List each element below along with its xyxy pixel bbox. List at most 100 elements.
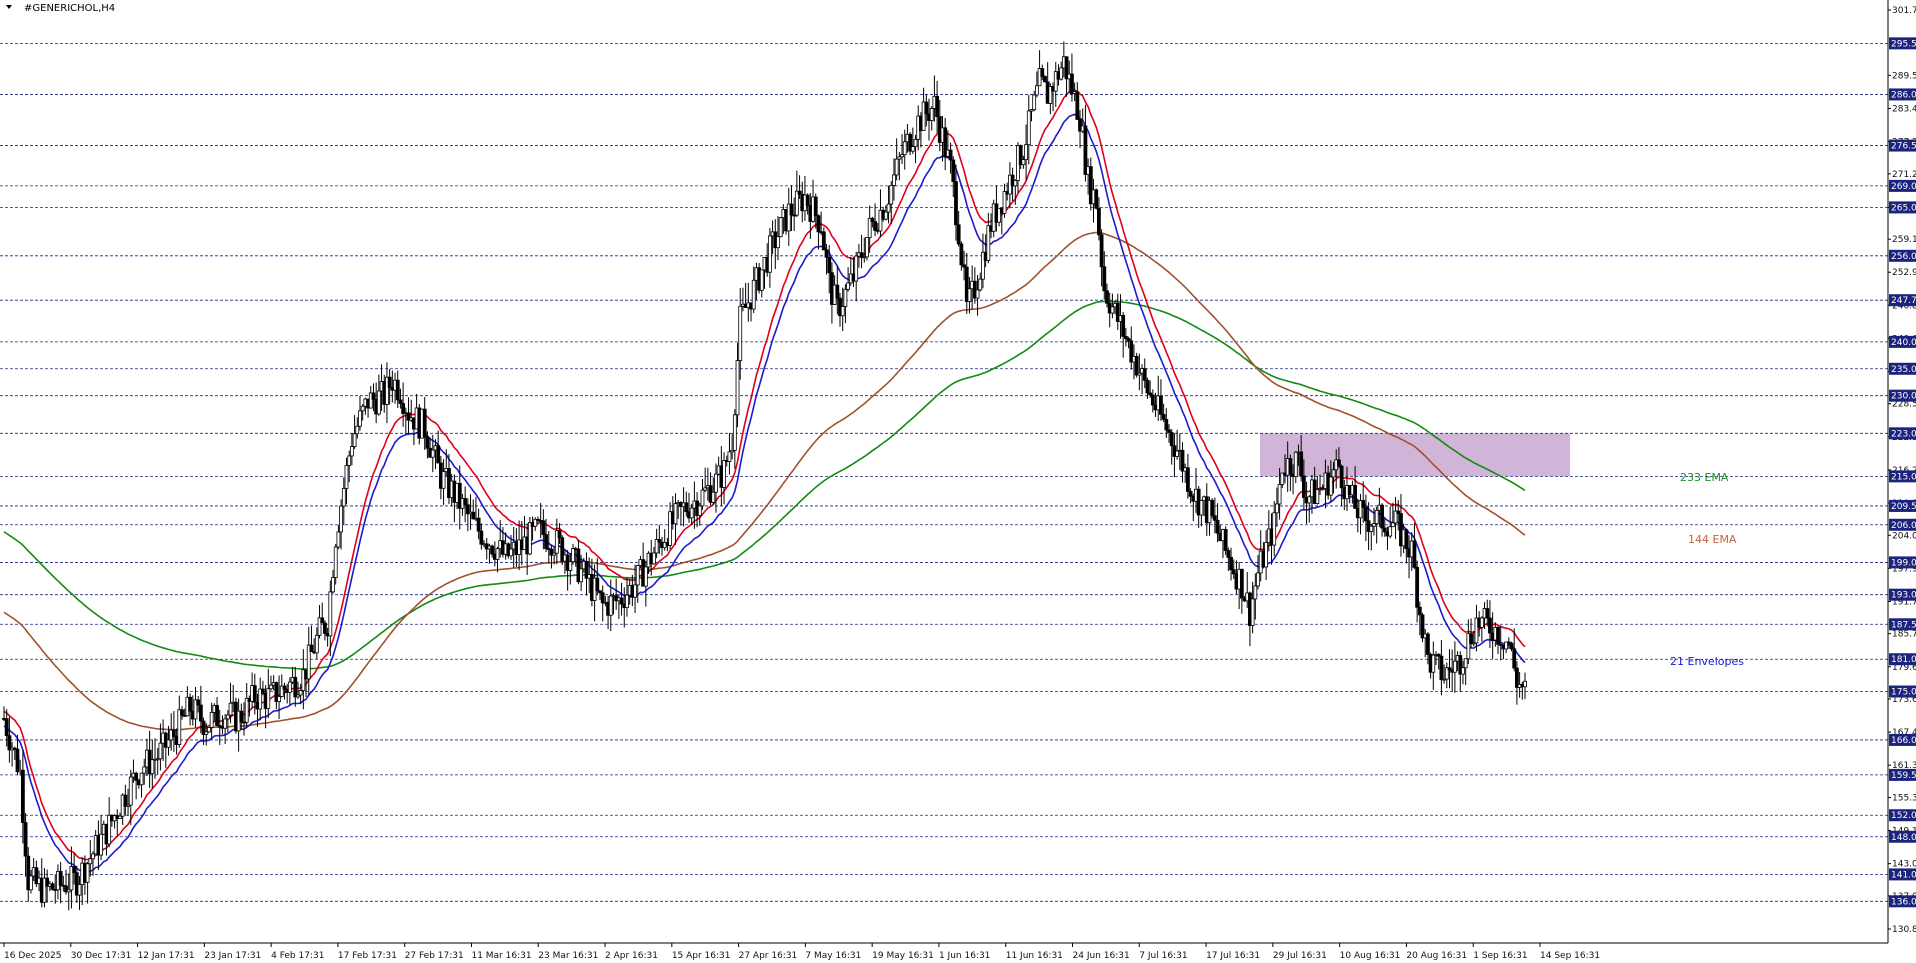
candle-body [619,597,624,605]
candle-body [1353,484,1358,509]
candle-body [1496,626,1500,645]
candle-body [123,794,128,807]
candle-body [355,425,360,435]
candle-body [1382,527,1387,533]
candle-body [727,451,732,462]
candle-body [751,279,756,310]
candle-body [196,699,201,706]
candle-body [1488,617,1492,634]
level-badge-label: 193.00 [1891,591,1916,601]
candle-body [1026,110,1031,146]
x-tick-label: 17 Feb 17:31 [338,951,397,961]
x-tick-label: 2 Apr 16:31 [605,951,658,961]
candle-body [360,405,365,412]
candle-body [1075,91,1080,120]
candle-body [347,455,352,466]
candle-body [128,776,133,806]
candle-body [816,215,821,233]
candle-body [85,863,90,883]
candle-body [1102,266,1107,292]
candle-body [180,709,184,716]
level-badge-label: 187.50 [1891,620,1916,630]
candle-body [1070,73,1074,95]
x-tick-label: 7 Jul 16:31 [1139,951,1187,961]
candle-body [595,577,600,592]
candle-body [835,284,840,299]
x-tick-label: 30 Dec 17:31 [71,951,132,961]
candle-body [1272,512,1277,546]
candle-body [88,858,93,865]
candle-body [1043,76,1047,83]
candle-body [794,190,799,216]
candle-body [479,530,484,545]
candle-body [975,289,980,299]
candle-body [376,390,381,415]
ema233-annotation: 233 EMA [1680,471,1729,484]
level-badge-label: 166.00 [1891,736,1916,746]
y-tick-label: 130.85 [1892,925,1916,935]
candle-body [568,561,573,571]
candle-body [1315,489,1320,504]
candle-body [711,491,716,503]
candle-body [1040,68,1045,77]
candle-body [700,489,705,507]
candle-body [759,269,764,291]
candle-body [870,217,875,222]
candle-body [1229,556,1233,571]
x-tick-label: 14 Sep 16:31 [1540,951,1600,961]
candle-body [1094,189,1099,209]
candle-body [277,696,281,702]
x-tick-label: 1 Sep 16:31 [1473,951,1527,961]
candle-body [1021,159,1026,166]
candle-body [813,196,818,217]
price-chart[interactable]: 301.70289.55283.40277.25271.25265.00259.… [0,0,1916,963]
candle-body [352,433,357,447]
candle-body [1215,519,1220,534]
candle-body [843,288,848,307]
y-tick-label: 252.95 [1892,268,1916,278]
candle-body [344,465,349,489]
x-tick-label: 7 May 16:31 [805,951,861,961]
candle-body [215,705,219,726]
candle-body [1105,290,1109,304]
candle-body [910,146,915,152]
candle-body [967,288,972,302]
level-badge-label: 256.00 [1891,252,1916,262]
candle-body [954,181,958,226]
candle-body [171,729,176,737]
candle-body [188,696,192,712]
candle-body [1188,491,1193,497]
candle-body [1277,484,1282,505]
level-badge-label: 295.50 [1891,39,1916,49]
candle-body [1175,450,1180,457]
candle-body [1293,451,1298,478]
candle-body [1337,459,1341,467]
candle-body [139,772,144,786]
x-tick-label: 4 Feb 17:31 [271,951,324,961]
candle-body [557,530,562,539]
candle-body [1034,85,1039,96]
candle-body [873,221,877,231]
candle-body [29,875,33,891]
price-axis: 301.70289.55283.40277.25271.25265.00259.… [1888,6,1916,935]
x-tick-label: 29 Jul 16:31 [1273,951,1327,961]
candle-body [1404,529,1409,550]
candle-body [58,870,63,886]
candle-body [1390,522,1395,528]
candle-body [673,503,678,525]
candle-body [1463,658,1468,669]
candle-body [1002,191,1007,214]
level-badge-label: 215.00 [1891,472,1916,482]
candle-body [228,702,233,716]
candle-body [1439,655,1444,681]
envelopes-annotation: 21 Envelopes [1670,655,1744,668]
candle-body [490,545,495,555]
resistance-zone-layer [1260,433,1570,477]
candle-body [883,211,888,220]
candle-body [1097,207,1101,236]
candle-body [738,305,743,361]
candle-body [824,249,829,258]
level-badge-label: 230.00 [1891,392,1916,402]
level-badge-label: 181.00 [1891,655,1916,665]
y-tick-label: 283.40 [1892,104,1916,114]
